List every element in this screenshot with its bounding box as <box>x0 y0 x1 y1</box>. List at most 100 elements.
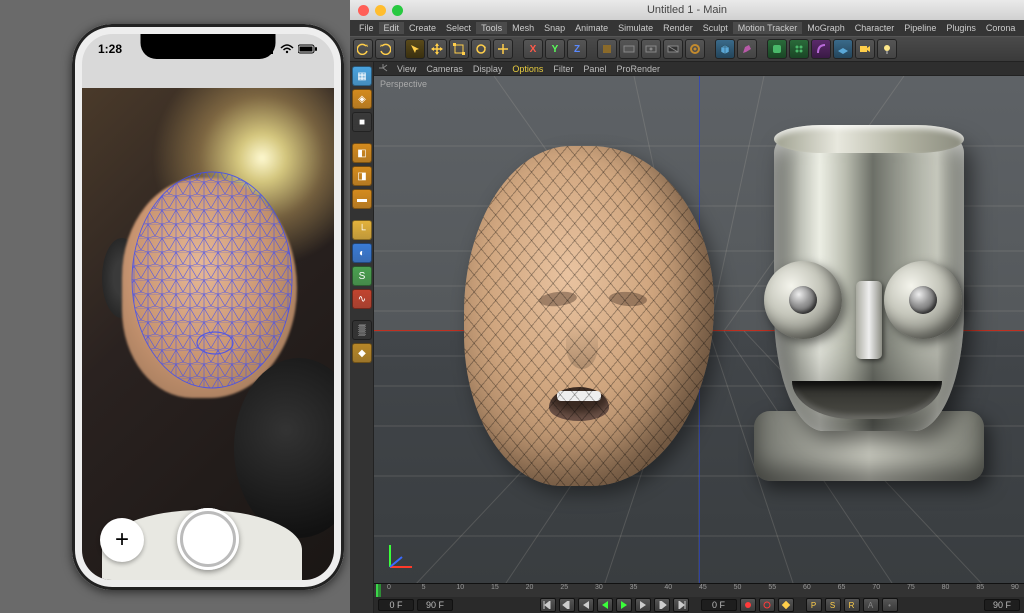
menu-simulate[interactable]: Simulate <box>613 22 658 34</box>
menu-sculpt[interactable]: Sculpt <box>698 22 733 34</box>
menu-pipeline[interactable]: Pipeline <box>899 22 941 34</box>
next-frame-button[interactable] <box>635 598 651 612</box>
palette-button-1[interactable]: ◈ <box>352 89 372 109</box>
palette-button-4[interactable]: ◨ <box>352 166 372 186</box>
menu-snap[interactable]: Snap <box>539 22 570 34</box>
range-end-field[interactable]: 90 F <box>984 599 1020 611</box>
play-button[interactable] <box>616 598 632 612</box>
next-key-button[interactable] <box>654 598 670 612</box>
y-axis-button[interactable]: Y <box>545 39 565 59</box>
vp-menu-prorender[interactable]: ProRender <box>611 64 665 74</box>
record-button[interactable] <box>740 598 756 612</box>
array-button[interactable] <box>789 39 809 59</box>
x-axis-button[interactable]: X <box>523 39 543 59</box>
redo-button[interactable] <box>375 39 395 59</box>
perspective-viewport[interactable]: Perspective <box>374 76 1024 583</box>
floor-button[interactable] <box>833 39 853 59</box>
menu-corona[interactable]: Corona <box>981 22 1021 34</box>
palette-button-0[interactable]: ▦ <box>352 66 372 86</box>
menu-animate[interactable]: Animate <box>570 22 613 34</box>
shutter-button[interactable] <box>177 508 239 570</box>
start-frame-field[interactable]: 0 F <box>378 599 414 611</box>
palette-button-2[interactable]: ■ <box>352 112 372 132</box>
minimize-button[interactable] <box>375 5 386 16</box>
tool-palette[interactable]: ▦ ◈ ■ ◧ ◨ ▬ └ ◐ S ∿ ▒ ◆ <box>350 62 374 613</box>
vp-menu-filter[interactable]: Filter <box>548 64 578 74</box>
vp-menu-panel[interactable]: Panel <box>578 64 611 74</box>
pos-key-button[interactable]: P <box>806 598 822 612</box>
menu-edit[interactable]: Edit <box>379 22 405 34</box>
palette-button-7[interactable]: ◐ <box>352 243 372 263</box>
face-mesh-object[interactable] <box>464 146 714 486</box>
render-settings-button[interactable] <box>685 39 705 59</box>
menu-script[interactable]: Script <box>1020 22 1024 34</box>
vp-menu-cameras[interactable]: Cameras <box>421 64 468 74</box>
menu-file[interactable]: File <box>354 22 379 34</box>
palette-button-9[interactable]: ∿ <box>352 289 372 309</box>
light-button[interactable] <box>877 39 897 59</box>
z-axis-button[interactable]: Z <box>567 39 587 59</box>
viewport-menubar[interactable]: ViewCamerasDisplayOptionsFilterPanelProR… <box>374 62 1024 76</box>
zoom-button[interactable] <box>392 5 403 16</box>
menu-plugins[interactable]: Plugins <box>941 22 981 34</box>
palette-button-3[interactable]: ◧ <box>352 143 372 163</box>
timeline[interactable]: 051015202530354045505560657075808590 0 F… <box>374 583 1024 613</box>
prev-key-button[interactable] <box>559 598 575 612</box>
menu-select[interactable]: Select <box>441 22 476 34</box>
main-menubar[interactable]: FileEditCreateSelectToolsMeshSnapAnimate… <box>350 20 1024 36</box>
scale-key-button[interactable]: S <box>825 598 841 612</box>
timeline-ruler[interactable]: 051015202530354045505560657075808590 <box>374 584 1024 597</box>
prev-frame-button[interactable] <box>578 598 594 612</box>
goto-start-button[interactable] <box>540 598 556 612</box>
end-frame-field-a[interactable]: 90 F <box>417 599 453 611</box>
palette-button-10[interactable]: ▒ <box>352 320 372 340</box>
scale-tool-button[interactable] <box>449 39 469 59</box>
autokey-button[interactable] <box>759 598 775 612</box>
play-back-button[interactable] <box>597 598 613 612</box>
menu-tools[interactable]: Tools <box>476 22 507 34</box>
menu-mograph[interactable]: MoGraph <box>802 22 850 34</box>
rotate-tool-button[interactable] <box>471 39 491 59</box>
vp-menu-options[interactable]: Options <box>507 64 548 74</box>
phone-notch <box>141 34 276 59</box>
vp-menu-display[interactable]: Display <box>468 64 508 74</box>
undo-button[interactable] <box>353 39 373 59</box>
main-toolbar[interactable]: X Y Z <box>350 36 1024 62</box>
window-titlebar[interactable]: Untitled 1 - Main <box>350 0 1024 20</box>
current-frame-field[interactable]: 0 F <box>701 599 737 611</box>
tick-50: 50 <box>734 584 742 591</box>
palette-button-8[interactable]: S <box>352 266 372 286</box>
menu-motion-tracker[interactable]: Motion Tracker <box>733 22 803 34</box>
palette-button-11[interactable]: ◆ <box>352 343 372 363</box>
cube-button[interactable] <box>715 39 735 59</box>
coord-system-button[interactable] <box>597 39 617 59</box>
menu-render[interactable]: Render <box>658 22 698 34</box>
recent-tool-button[interactable] <box>493 39 513 59</box>
render-pv-button[interactable] <box>663 39 683 59</box>
palette-button-6[interactable]: └ <box>352 220 372 240</box>
palette-button-5[interactable]: ▬ <box>352 189 372 209</box>
add-button[interactable]: + <box>100 518 144 562</box>
bend-button[interactable] <box>811 39 831 59</box>
move-tool-button[interactable] <box>427 39 447 59</box>
pen-button[interactable] <box>737 39 757 59</box>
render-region-button[interactable] <box>641 39 661 59</box>
pla-key-button[interactable]: • <box>882 598 898 612</box>
live-select-button[interactable] <box>405 39 425 59</box>
render-view-button[interactable] <box>619 39 639 59</box>
close-button[interactable] <box>358 5 369 16</box>
robot-head-object[interactable] <box>724 131 974 491</box>
menu-character[interactable]: Character <box>850 22 900 34</box>
camera-button[interactable] <box>855 39 875 59</box>
param-key-button[interactable]: A <box>863 598 879 612</box>
menu-mesh[interactable]: Mesh <box>507 22 539 34</box>
vp-menu-view[interactable]: View <box>392 64 421 74</box>
vp-nav-icon[interactable] <box>378 63 392 75</box>
keyframe-sel-button[interactable] <box>778 598 794 612</box>
tick-55: 55 <box>768 584 776 591</box>
goto-end-button[interactable] <box>673 598 689 612</box>
rot-key-button[interactable]: R <box>844 598 860 612</box>
subd-button[interactable] <box>767 39 787 59</box>
menu-create[interactable]: Create <box>404 22 441 34</box>
playhead[interactable] <box>376 584 378 597</box>
